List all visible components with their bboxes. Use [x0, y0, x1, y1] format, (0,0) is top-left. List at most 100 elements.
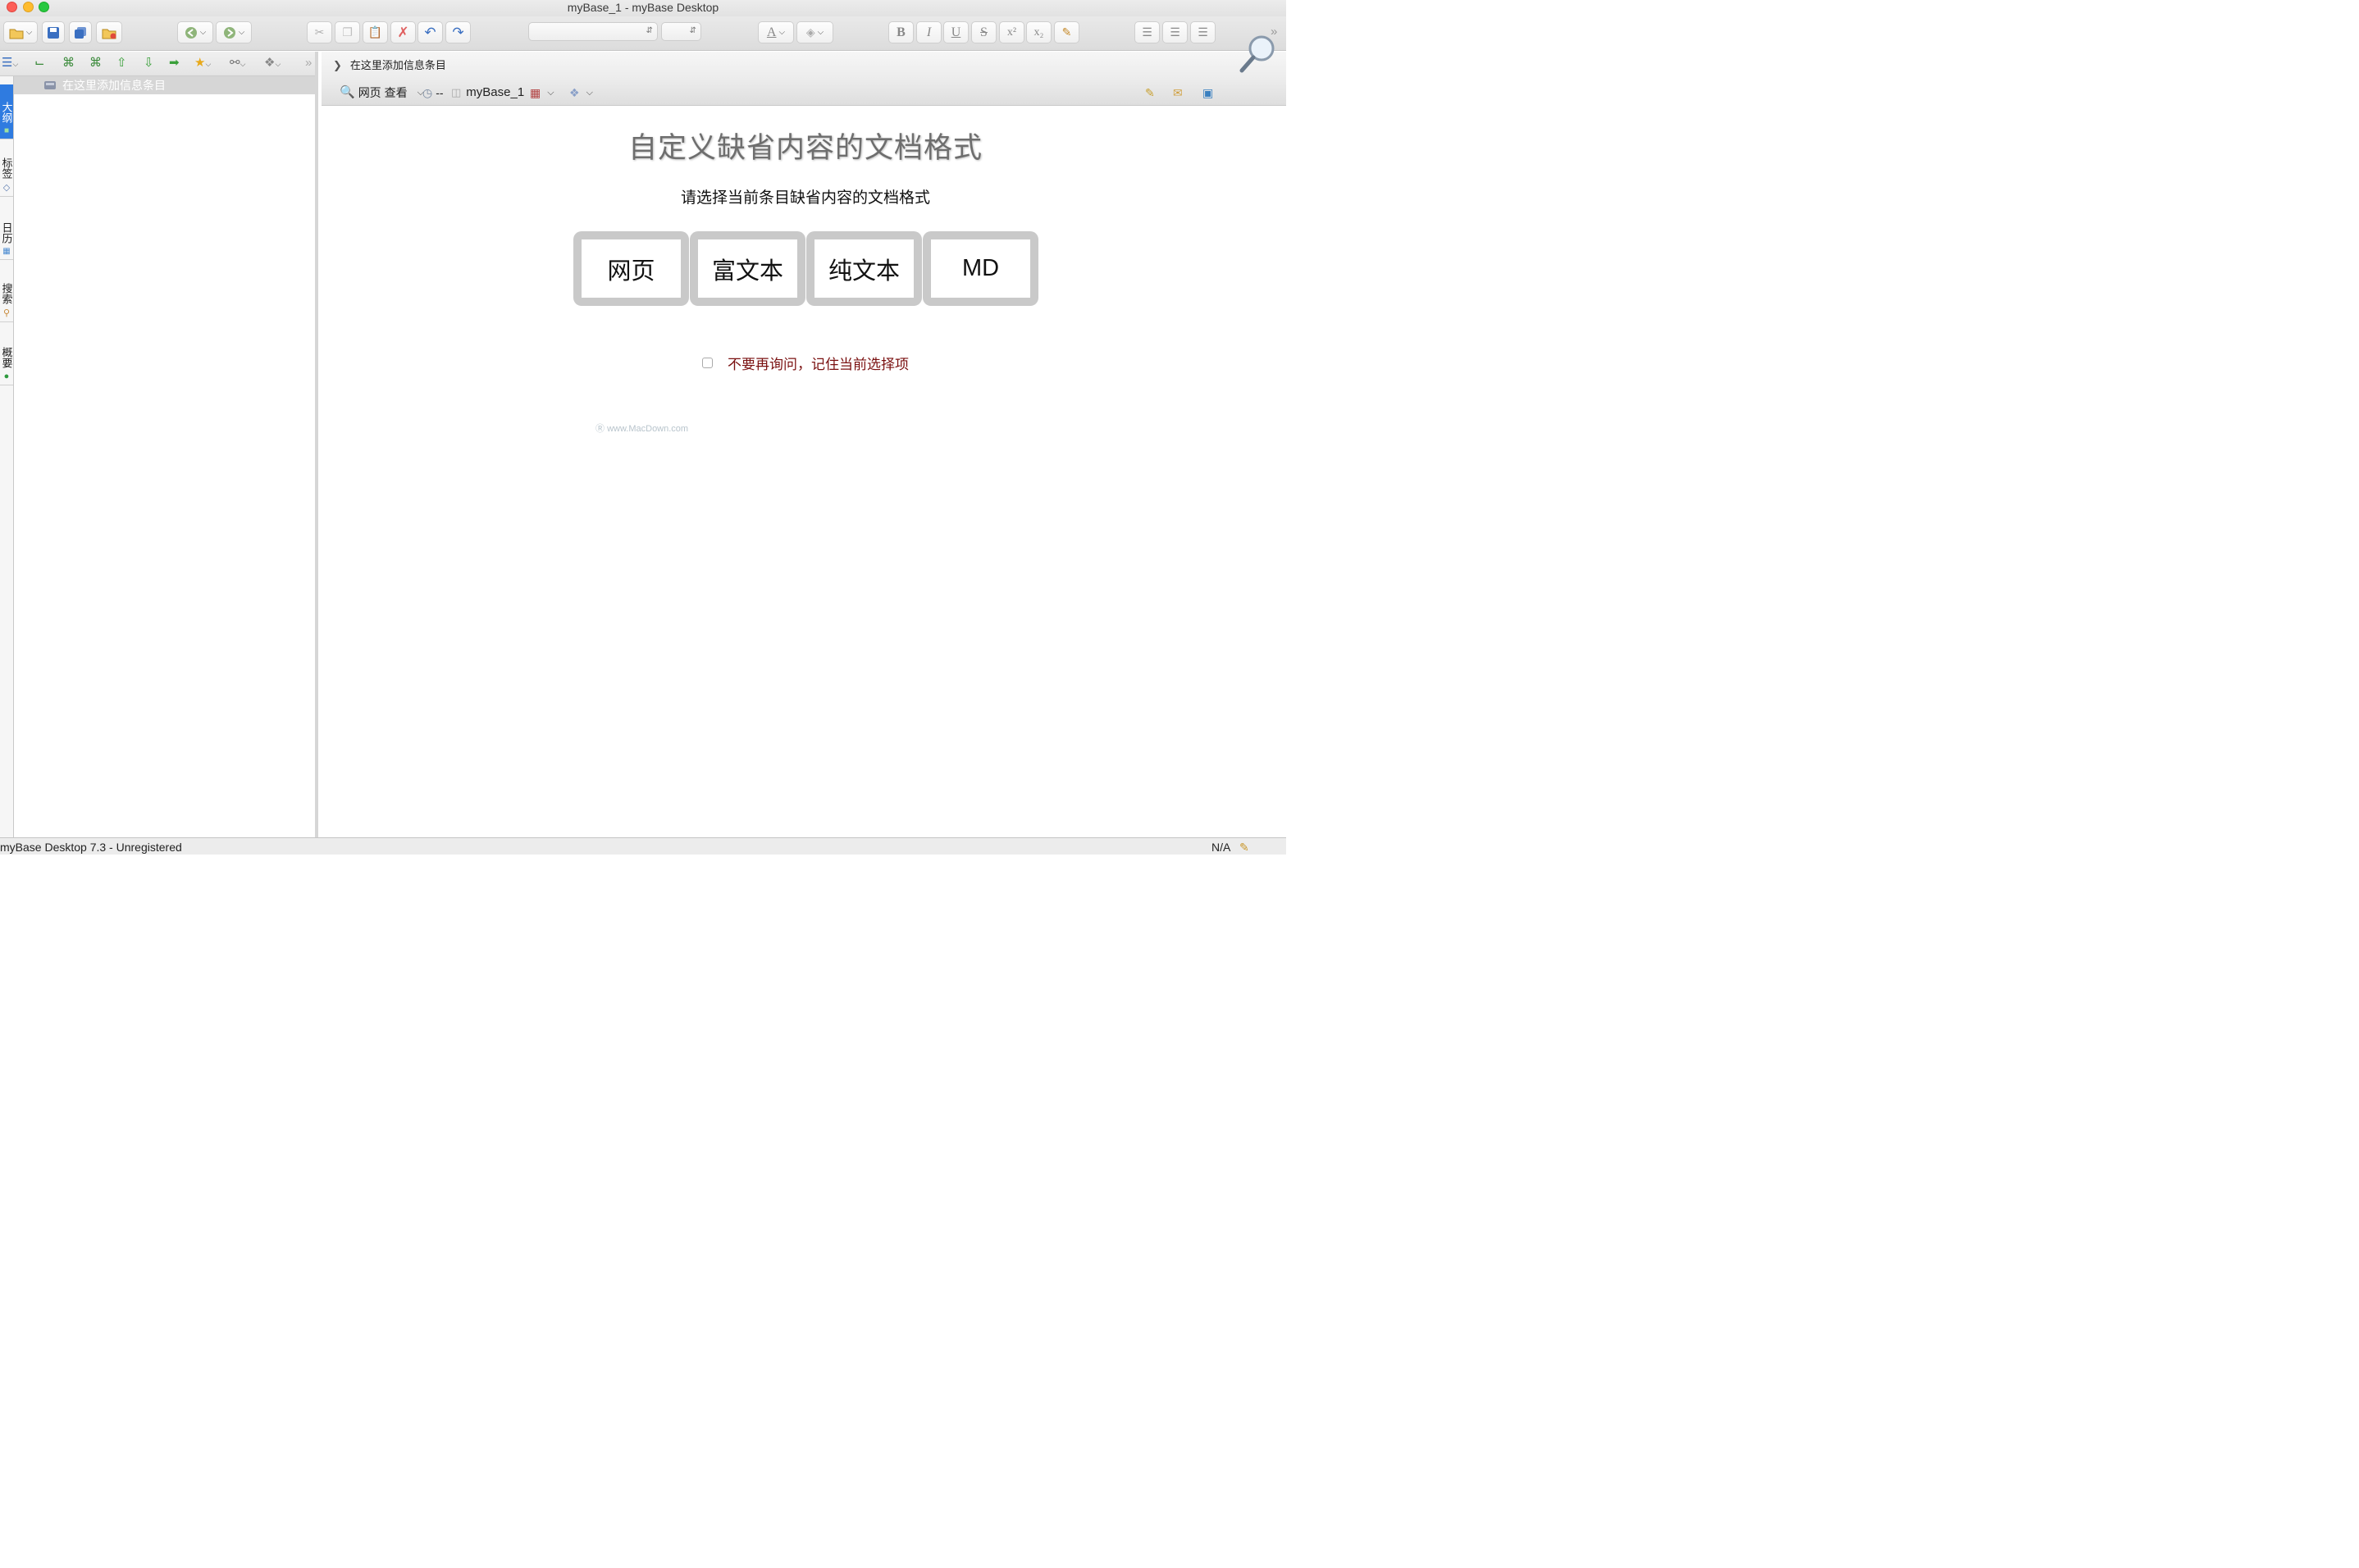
link-icon[interactable]: ⚯⌵: [230, 57, 245, 71]
label-tag-icon: ❖: [569, 86, 580, 99]
format-option-plain-text[interactable]: 纯文本: [806, 231, 922, 306]
superscript-button[interactable]: x²: [999, 21, 1024, 43]
forward-button[interactable]: ⌵: [216, 21, 252, 43]
cut-button[interactable]: ✂: [307, 21, 332, 43]
redo-button[interactable]: ↷: [445, 21, 471, 43]
save-all-button[interactable]: [69, 21, 92, 43]
copy-icon: ❐: [342, 25, 353, 39]
open-file-menu-button[interactable]: ⌵: [3, 21, 38, 43]
save-button[interactable]: [42, 21, 65, 43]
up-down-chevron-icon: ⇵: [646, 26, 653, 35]
broom-icon[interactable]: ✎: [1239, 838, 1249, 856]
side-tab-bar: 大纲 ■ 标签 ◇ 日历 ▦ 搜索 ⚲ 概要 ●: [0, 76, 14, 837]
copy-button[interactable]: ❐: [335, 21, 360, 43]
window-layout-icon[interactable]: ▣: [1202, 84, 1213, 101]
align-center-icon: ☰: [1170, 25, 1180, 39]
chevron-down-icon: ⌵: [25, 28, 33, 37]
move-up-arrow-icon[interactable]: ⇧: [116, 57, 127, 70]
italic-button[interactable]: I: [916, 21, 942, 43]
undo-button[interactable]: ↶: [418, 21, 443, 43]
move-down-arrow-icon[interactable]: ⇩: [144, 57, 154, 70]
chevron-down-icon: ⌵: [199, 28, 207, 37]
edit-note-icon[interactable]: ✎: [1145, 84, 1155, 101]
clear-format-button[interactable]: ✎: [1054, 21, 1079, 43]
new-child-icon[interactable]: ⌙: [34, 57, 45, 70]
magnifier-icon: ⚲: [2, 308, 11, 318]
format-option-markdown[interactable]: MD: [923, 231, 1038, 306]
tab-outline[interactable]: 大纲 ■: [0, 84, 13, 139]
paste-clipboard-icon: 📋: [367, 25, 383, 39]
delete-button[interactable]: ✗: [390, 21, 416, 43]
tree-item-label: 在这里添加信息条目: [62, 79, 166, 92]
text-color-icon: A: [766, 25, 777, 39]
outline-panel: ☰⌵ ⌙ ⌘ ⌘ ⇧ ⇩ ➡ ★⌵ ⚯⌵ ❖⌵ » 大纲 ■ 标签 ◇ 日历 ▦: [0, 52, 318, 837]
breadcrumb-item[interactable]: 在这里添加信息条目: [350, 59, 446, 71]
back-button[interactable]: ⌵: [177, 21, 213, 43]
view-mode-dropdown[interactable]: 🔍 网页 查看 ⌵: [340, 84, 424, 101]
bold-button[interactable]: B: [888, 21, 914, 43]
close-window-button[interactable]: [7, 2, 17, 12]
zoom-window-button[interactable]: [39, 2, 49, 12]
minimize-window-button[interactable]: [23, 2, 34, 12]
tab-tags[interactable]: 标签 ◇: [0, 140, 13, 197]
font-size-select[interactable]: ⇵: [661, 22, 701, 41]
highlight-color-button[interactable]: ◈ ⌵: [796, 21, 833, 43]
broom-icon: ✎: [1061, 25, 1072, 39]
chevron-right-icon[interactable]: ❯: [333, 59, 342, 71]
tab-search[interactable]: 搜索 ⚲: [0, 261, 13, 322]
strikethrough-button[interactable]: S: [971, 21, 997, 43]
align-center-button[interactable]: ☰: [1162, 21, 1188, 43]
watermark: Ⓡ www.MacDown.com: [595, 424, 689, 434]
align-right-button[interactable]: ☰: [1190, 21, 1216, 43]
new-sibling-icon[interactable]: ⌘: [62, 57, 75, 70]
remember-choice-label: 不要再询问，记住当前选择项: [728, 357, 909, 372]
chevron-down-icon: ⌵: [817, 28, 824, 37]
format-option-rich-text[interactable]: 富文本: [690, 231, 805, 306]
fill-bucket-icon: ◈: [805, 25, 815, 39]
tag-icon[interactable]: ❖⌵: [264, 57, 281, 71]
folder-close-icon: [102, 29, 116, 39]
remember-choice-checkbox[interactable]: [702, 358, 713, 368]
globe-icon: ●: [3, 371, 10, 381]
move-right-arrow-icon[interactable]: ➡: [169, 57, 180, 70]
calendar-icon: ▦: [2, 247, 11, 256]
info-bar: 🔍 网页 查看 ⌵ ◷ -- ◫ myBase_1 ▦ ⌵ ❖ ⌵ ✎ ✉ ▣: [322, 35, 1286, 106]
outline-view-icon[interactable]: ☰⌵: [2, 57, 18, 71]
editor-panel: ❯ 在这里添加信息条目 🔍 网页 查看 ⌵ ◷ -- ◫ myBase_1 ▦ ⌵…: [322, 35, 1286, 837]
align-left-button[interactable]: ☰: [1134, 21, 1160, 43]
save-all-icon: [75, 26, 86, 39]
find-in-page-icon[interactable]: ✉: [1173, 84, 1183, 101]
align-left-icon: ☰: [1142, 25, 1152, 39]
close-database-button[interactable]: [96, 21, 122, 43]
subscript-button[interactable]: x₂: [1026, 21, 1052, 43]
database-icon: ◫: [451, 86, 462, 98]
underline-button[interactable]: U: [943, 21, 969, 43]
format-dialog-subtitle: 请选择当前条目缺省内容的文档格式: [680, 189, 930, 207]
tab-calendar[interactable]: 日历 ▦: [0, 198, 13, 260]
status-bar: myBase Desktop 7.3 - Unregistered N/A ✎: [0, 837, 1286, 855]
tree-item[interactable]: 在这里添加信息条目: [14, 76, 315, 94]
align-right-icon: ☰: [1198, 25, 1208, 39]
redo-icon: ↷: [452, 24, 464, 40]
title-bar: myBase_1 - myBase Desktop: [0, 0, 1286, 16]
panel-overflow-icon[interactable]: »: [305, 57, 312, 70]
document-content: 自定义缺省内容的文档格式 请选择当前条目缺省内容的文档格式 网页 富文本 纯文本…: [322, 107, 1286, 837]
large-search-magnifier-icon[interactable]: [1239, 34, 1278, 76]
format-option-html[interactable]: 网页: [573, 231, 689, 306]
label-dropdown[interactable]: ❖ ⌵: [569, 84, 593, 101]
star-bookmark-icon[interactable]: ★⌵: [194, 57, 211, 71]
clock-icon: ◷: [422, 86, 433, 99]
database-indicator: ◫ myBase_1: [451, 85, 525, 99]
font-name-select[interactable]: ⇵: [528, 22, 658, 41]
tab-overview[interactable]: 概要 ●: [0, 323, 13, 385]
calendar-dropdown[interactable]: ▦ ⌵: [530, 84, 554, 101]
back-arrow-icon: [185, 26, 197, 39]
text-color-button[interactable]: A ⌵: [758, 21, 794, 43]
scissors-icon: ✂: [314, 25, 325, 39]
new-item-icon[interactable]: ⌘: [89, 57, 102, 70]
paste-button[interactable]: 📋: [363, 21, 388, 43]
status-right-text: N/A: [1211, 841, 1231, 854]
forward-arrow-icon: [223, 26, 235, 39]
database-item-icon: [44, 81, 56, 89]
window-title: myBase_1 - myBase Desktop: [567, 1, 719, 14]
